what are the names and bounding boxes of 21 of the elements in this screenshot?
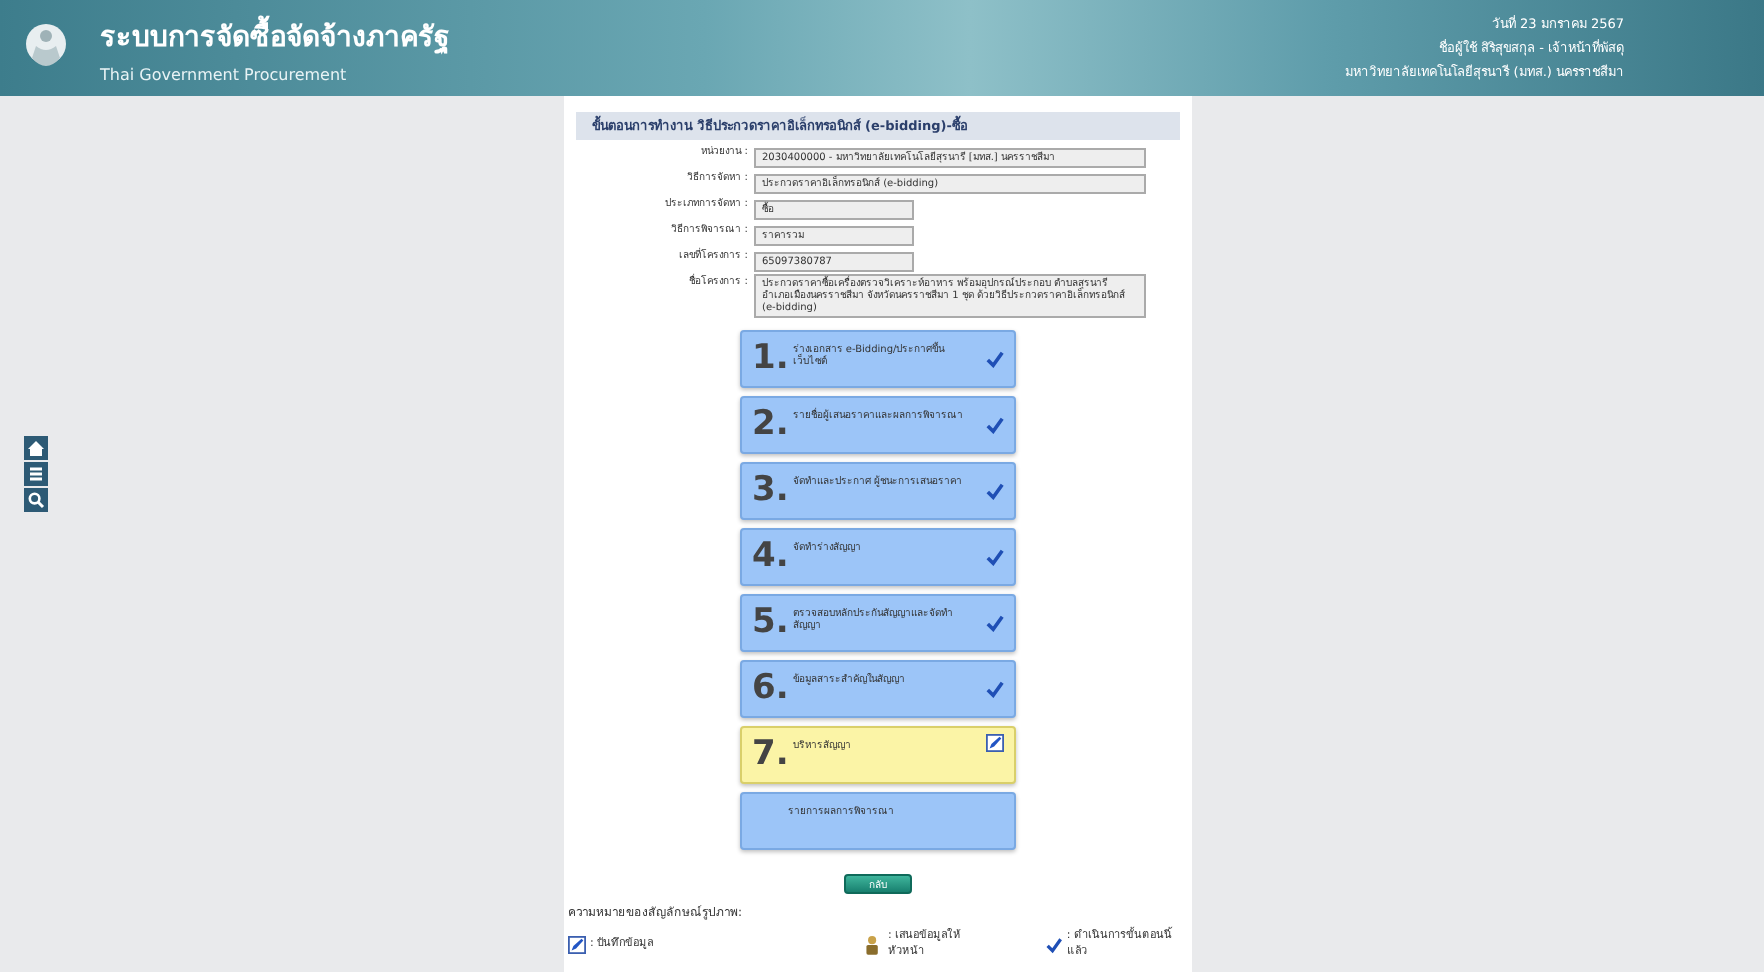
person-icon <box>863 933 881 955</box>
step-number: 4. <box>752 536 789 578</box>
check-icon <box>986 350 1004 368</box>
step-number: 6. <box>752 668 789 710</box>
system-title: ระบบการจัดซื้อจัดจ้างภาครัฐ <box>100 13 1318 57</box>
check-icon <box>986 548 1004 566</box>
step-number: 3. <box>752 470 789 512</box>
search-icon[interactable] <box>24 488 48 512</box>
edit-icon <box>986 734 1004 752</box>
check-icon <box>986 680 1004 698</box>
check-icon <box>986 416 1004 434</box>
home-icon[interactable] <box>24 436 48 460</box>
step-number: 5. <box>752 602 789 644</box>
check-icon <box>986 614 1004 632</box>
menu-icon[interactable] <box>24 462 48 486</box>
step-number: 7. <box>752 734 789 776</box>
check-icon <box>1046 935 1063 953</box>
step-number: 1. <box>752 338 789 380</box>
system-subtitle: Thai Government Procurement <box>100 65 349 83</box>
step-number: 2. <box>752 404 789 446</box>
check-icon <box>986 482 1004 500</box>
